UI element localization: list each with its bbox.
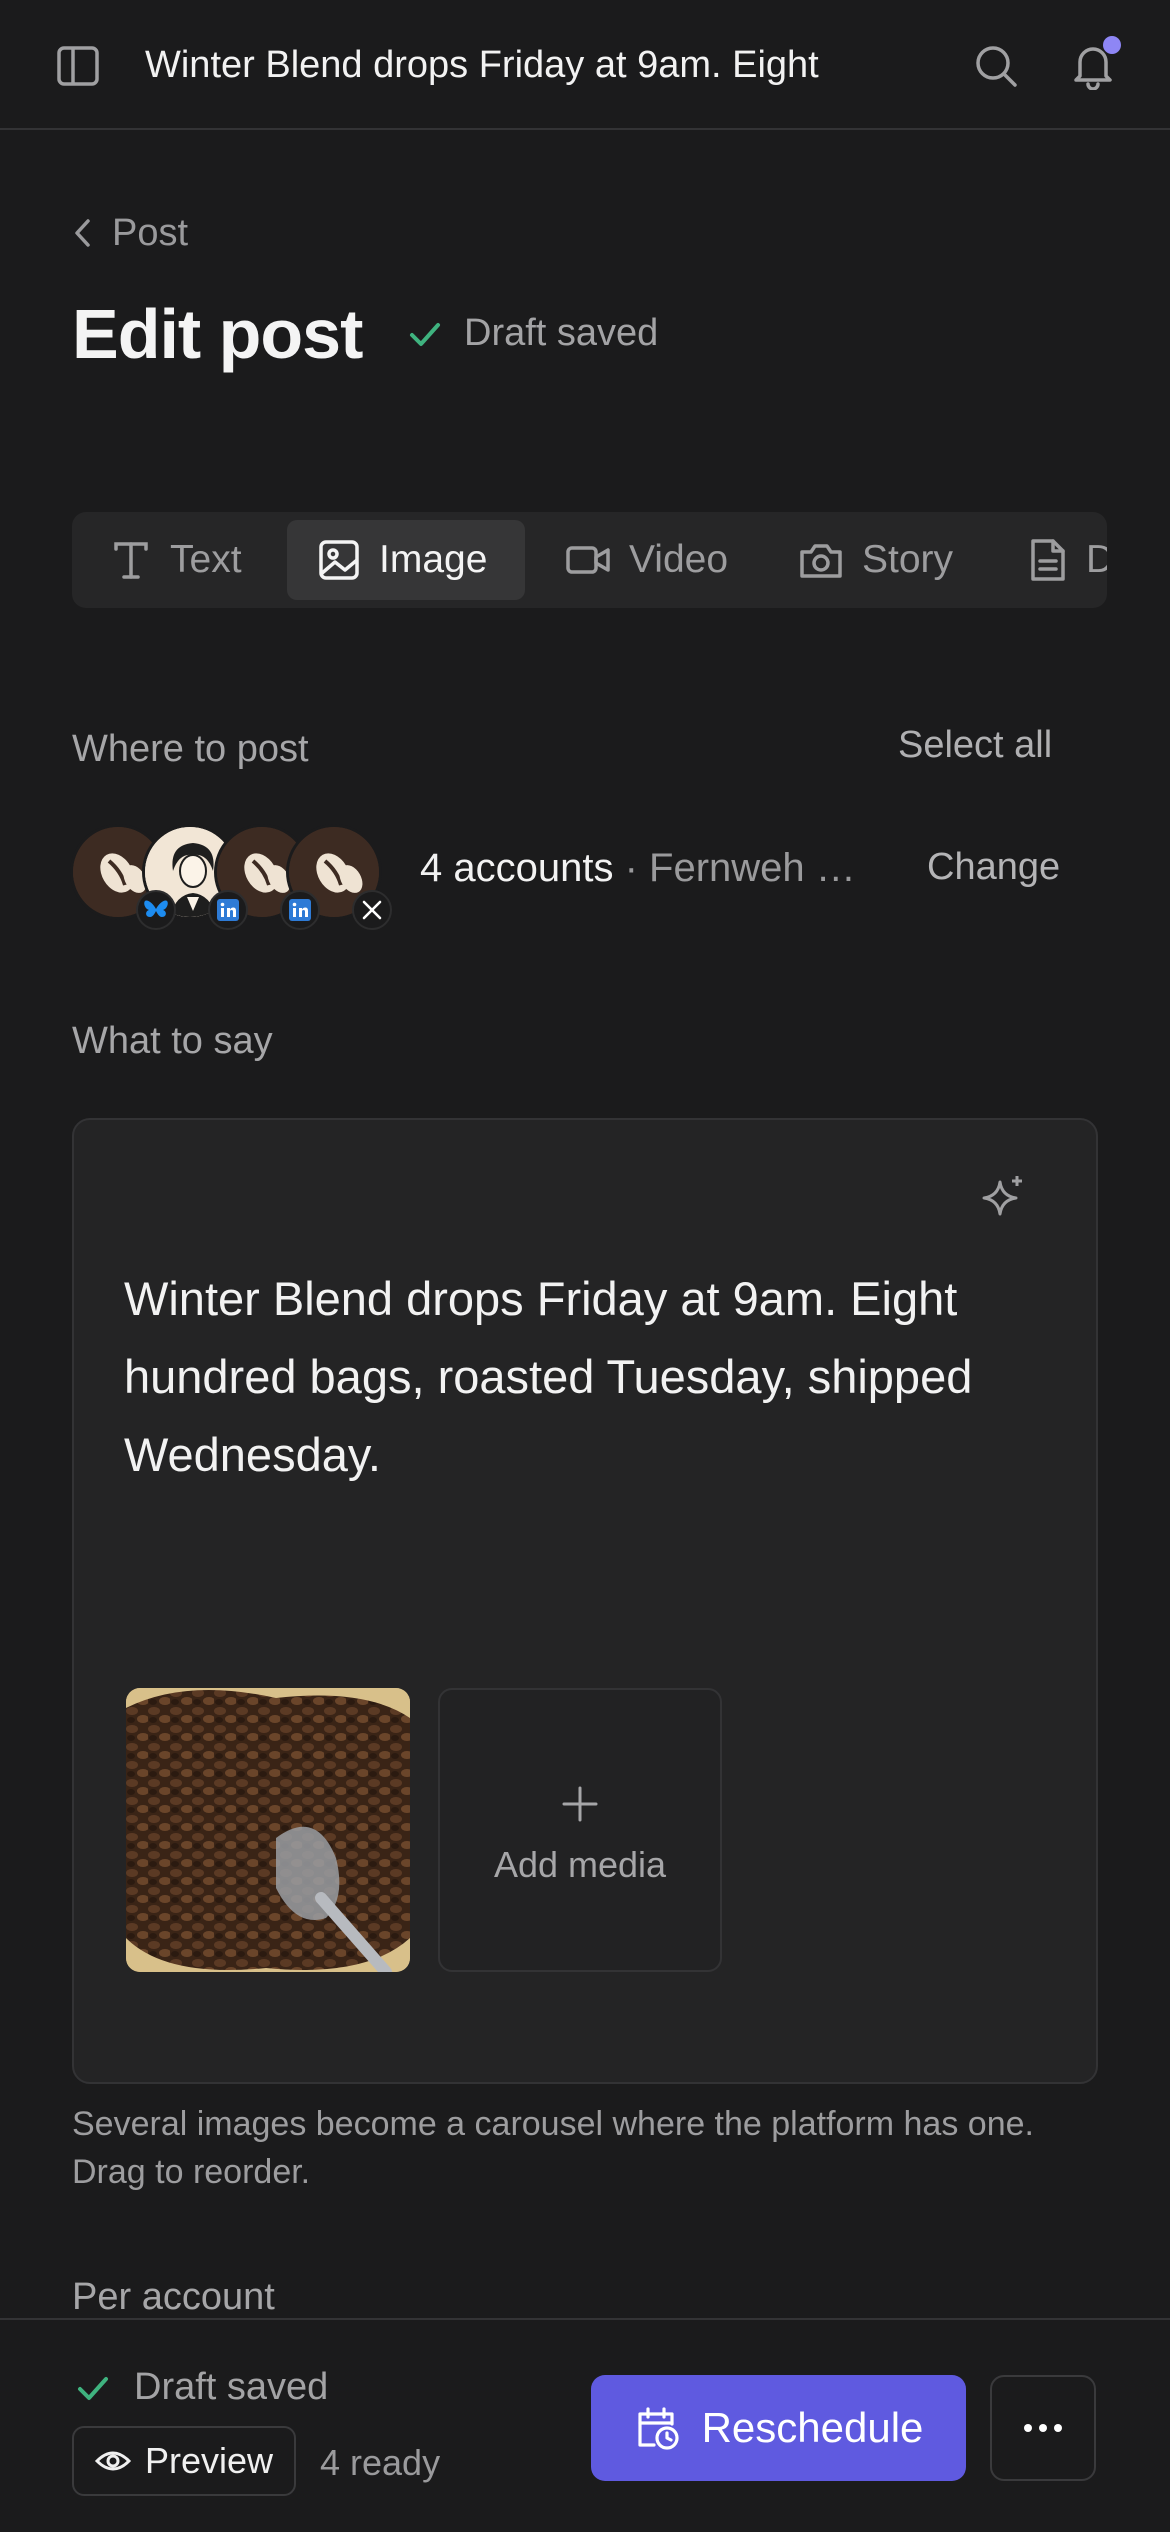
camera-icon	[800, 544, 842, 578]
sidebar-toggle-icon[interactable]	[54, 42, 102, 90]
tab-text-label: Text	[170, 538, 242, 581]
draft-status-label: Draft saved	[464, 312, 659, 354]
reschedule-label: Reschedule	[701, 2404, 924, 2451]
tab-text[interactable]: Text	[80, 520, 272, 600]
bluesky-icon	[136, 890, 176, 930]
add-media-button[interactable]: Add media	[438, 1688, 722, 1972]
bottom-action-bar: Draft saved Preview 4 ready Reschedule	[0, 2318, 1170, 2532]
text-icon	[114, 542, 148, 579]
tab-story[interactable]: Story	[768, 520, 983, 600]
chevron-left-icon	[75, 219, 90, 247]
tab-document[interactable]: D	[998, 520, 1107, 600]
linkedin-icon	[280, 890, 320, 930]
post-title-bar: Winter Blend drops Friday at 9am. Eight	[145, 44, 819, 86]
reschedule-button[interactable]: Reschedule	[591, 2375, 966, 2481]
tab-document-label: D	[1086, 538, 1107, 581]
per-account-label: Per account	[72, 2276, 275, 2318]
check-icon	[410, 322, 440, 346]
top-bar: Winter Blend drops Friday at 9am. Eight	[0, 0, 1170, 130]
notification-dot	[1103, 36, 1121, 54]
page-title: Edit post	[72, 295, 363, 373]
tab-story-label: Story	[862, 538, 954, 581]
add-media-label: Add media	[493, 1844, 667, 1885]
search-icon[interactable]	[972, 42, 1020, 90]
back-link[interactable]: Post	[72, 208, 188, 258]
more-horizontal-icon	[1024, 2424, 1062, 2432]
post-text[interactable]: Winter Blend drops Friday at 9am. Eight …	[124, 1260, 1044, 1494]
tab-video-label: Video	[629, 538, 729, 581]
plus-icon	[562, 1786, 598, 1822]
document-icon	[1031, 539, 1065, 581]
tab-image-label: Image	[379, 538, 488, 581]
accounts-count: 4 accounts	[420, 846, 614, 890]
more-options-button[interactable]	[990, 2375, 1096, 2481]
eye-icon	[94, 2451, 131, 2471]
coffee-beans-photo[interactable]	[126, 1688, 410, 1972]
x-icon	[352, 890, 392, 930]
bottom-draft-status: Draft saved	[74, 2366, 328, 2409]
what-to-say-label: What to say	[72, 1020, 273, 1062]
selected-accounts-summary: 4 accounts · Fernweh …	[420, 846, 856, 891]
check-icon	[78, 2376, 108, 2400]
calendar-clock-icon	[637, 2407, 679, 2450]
where-to-post-label: Where to post	[72, 728, 309, 770]
ai-sparkle-icon[interactable]	[978, 1172, 1028, 1222]
linkedin-icon	[208, 890, 248, 930]
accounts-names: · Fernweh …	[624, 846, 856, 890]
preview-button[interactable]: Preview	[72, 2426, 296, 2496]
preview-label: Preview	[144, 2440, 274, 2481]
post-editor[interactable]: Winter Blend drops Friday at 9am. Eight …	[72, 1118, 1098, 2084]
tab-image[interactable]: Image	[287, 520, 525, 600]
select-all-button[interactable]: Select all	[898, 724, 1052, 767]
tab-video[interactable]: Video	[535, 520, 758, 600]
change-accounts-button[interactable]: Change	[927, 846, 1060, 889]
image-icon	[319, 540, 359, 580]
ready-count: 4 ready	[320, 2442, 441, 2483]
draft-status: Draft saved	[406, 312, 658, 355]
post-type-tabs: Text Image Video Story D	[72, 512, 1107, 608]
carousel-hint: Several images become a carousel where t…	[72, 2105, 1034, 2191]
back-link-label: Post	[112, 211, 189, 254]
bottom-draft-status-label: Draft saved	[134, 2366, 329, 2408]
video-icon	[566, 546, 610, 574]
